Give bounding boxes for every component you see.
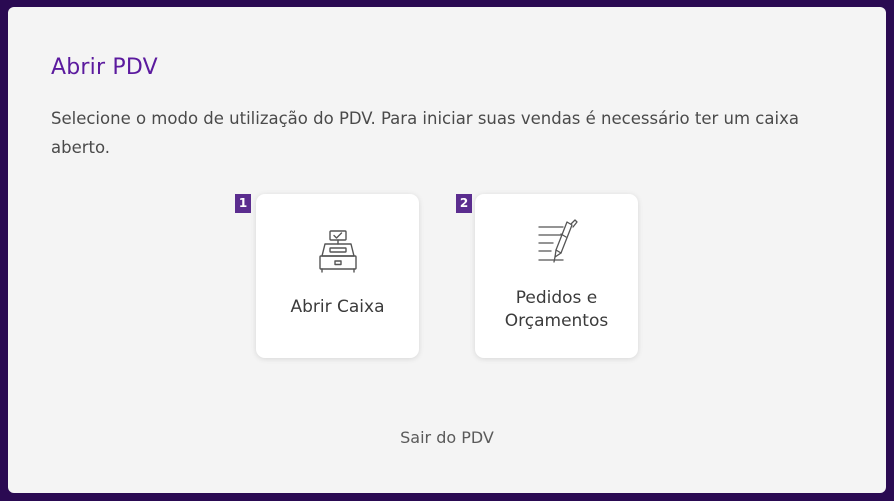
dialog-description: Selecione o modo de utilização do PDV. P… — [51, 109, 799, 157]
pen-notes-icon — [537, 219, 578, 263]
shortcut-badge-1: 1 — [235, 194, 251, 213]
open-pdv-dialog: Abrir PDV Selecione o modo de utilização… — [8, 7, 886, 493]
cash-register-icon — [318, 230, 357, 273]
shortcut-badge-2: 2 — [456, 194, 472, 213]
orders-quotes-label: Pedidos e Orçamentos — [475, 287, 638, 333]
orders-quotes-option[interactable]: Pedidos e Orçamentos — [475, 194, 638, 358]
orders-quotes-label-line2: Orçamentos — [504, 311, 609, 331]
exit-pdv-link[interactable]: Sair do PDV — [8, 428, 886, 447]
orders-quotes-label-line1: Pedidos e — [515, 288, 598, 308]
open-register-label: Abrir Caixa — [290, 297, 385, 317]
dialog-title: Abrir PDV — [51, 55, 158, 80]
open-register-option[interactable]: Abrir Caixa — [256, 194, 419, 358]
